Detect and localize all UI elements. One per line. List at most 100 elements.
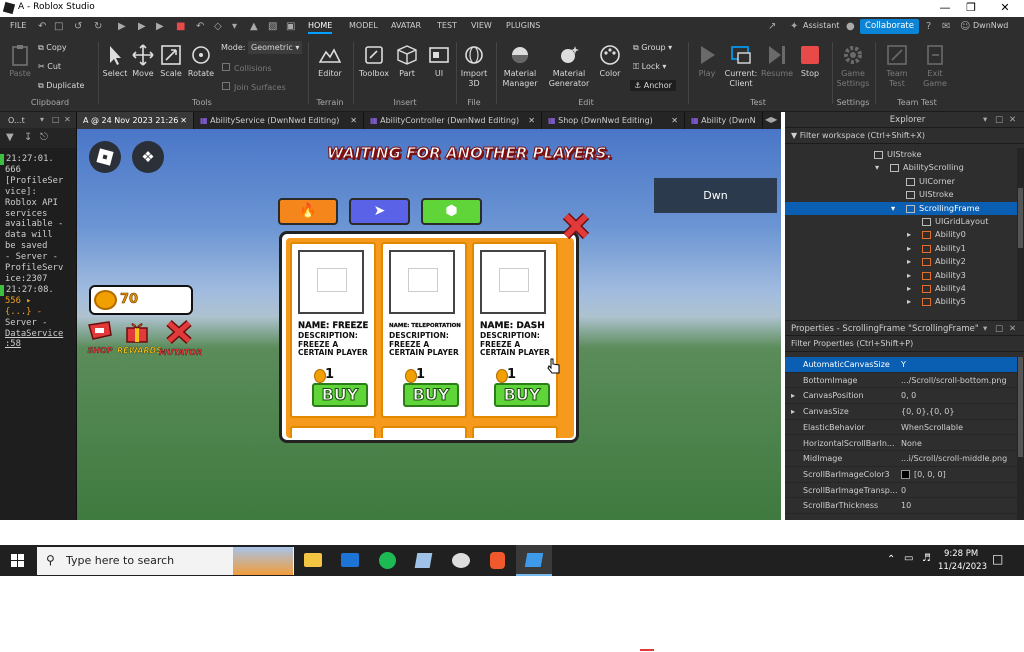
pin-icon[interactable]: ▾	[40, 115, 44, 124]
lock-button[interactable]: ⚿ Lock ▾	[633, 62, 666, 72]
property-value[interactable]: ...i/Scroll/scroll-middle.png	[901, 454, 1007, 463]
terrain-editor-button[interactable]: Editor	[313, 44, 347, 79]
play-here-icon[interactable]: ▶	[138, 21, 146, 32]
clear-output-icon[interactable]: ⎋	[40, 132, 48, 143]
stop-quick-icon[interactable]: ■	[176, 21, 185, 32]
clock-time[interactable]: 9:28 PM	[944, 549, 978, 559]
copy-button[interactable]: ⧉ Copy	[38, 43, 67, 53]
tab-ability-service[interactable]: ▦ AbilityService (DwnNwd Editing) ✕	[194, 112, 364, 129]
share-icon[interactable]: ↗	[768, 21, 776, 32]
volume-icon[interactable]: ♬	[922, 553, 931, 564]
chevron-up-icon[interactable]: ⌃	[887, 554, 895, 565]
category-shield-button[interactable]: ⬢	[421, 198, 482, 225]
windows-start-icon[interactable]	[11, 554, 25, 568]
file-explorer-icon[interactable]	[304, 553, 322, 567]
chevron-down-icon[interactable]: ▾	[983, 112, 987, 128]
roblox-studio-taskbar-button[interactable]	[516, 545, 552, 576]
team-test-button[interactable]: Team Test	[880, 44, 914, 89]
move-button[interactable]: Move	[129, 44, 157, 79]
view-quick-icon[interactable]: ▣	[286, 21, 295, 32]
anchor-button[interactable]: ⚓ Anchor	[630, 80, 676, 91]
assistant-icon[interactable]: ✦	[790, 21, 798, 32]
tab-game-place[interactable]: A @ 24 Nov 2023 21:26 ✕	[77, 112, 194, 129]
color-swatch[interactable]	[901, 469, 910, 479]
back-icon[interactable]: ↶	[196, 21, 204, 32]
expand-arrow-icon[interactable]: ▾	[875, 161, 879, 174]
taskbar-search-box[interactable]: ⚲ Type here to search	[37, 547, 294, 575]
close-output-icon[interactable]: ✕	[64, 115, 71, 124]
property-value[interactable]: .../Scroll/scroll-bottom.png	[901, 376, 1007, 385]
property-row[interactable]: AutomaticCanvasSize Y	[785, 357, 1017, 373]
buy-button[interactable]: BUY	[494, 383, 550, 407]
rotate-button[interactable]: Rotate	[186, 44, 216, 79]
material-generator-button[interactable]: Material Generator	[546, 44, 592, 89]
expand-arrow-icon[interactable]: ▸	[907, 228, 911, 241]
explorer-item[interactable]: ▸ Ability5	[785, 295, 1017, 308]
chevron-down-icon[interactable]: ▾	[983, 321, 987, 337]
explorer-item[interactable]: ▾ AbilityScrolling	[785, 161, 1017, 174]
collaborate-button[interactable]: Collaborate	[860, 19, 919, 34]
join-surfaces-toggle[interactable]: Join Surfaces	[222, 82, 286, 92]
close-properties-icon[interactable]: ✕	[1009, 321, 1016, 337]
color-button[interactable]: Color	[595, 44, 625, 79]
help-icon[interactable]: ?	[926, 21, 931, 32]
spotify-icon[interactable]	[379, 552, 396, 569]
buy-button[interactable]: BUY	[312, 383, 368, 407]
undo-history-icon[interactable]: ↶	[38, 21, 46, 32]
explorer-item[interactable]: UIGridLayout	[785, 215, 1017, 228]
properties-scrollbar[interactable]	[1017, 357, 1024, 520]
tab-test[interactable]: TEST	[437, 21, 457, 30]
close-shop-icon[interactable]	[561, 211, 591, 241]
collisions-checkbox[interactable]	[222, 63, 230, 71]
join-surfaces-checkbox[interactable]	[222, 82, 230, 90]
save-icon[interactable]: □	[54, 21, 63, 32]
play-button[interactable]: Play	[692, 44, 722, 79]
tab-model[interactable]: MODEL	[349, 21, 378, 30]
close-tab-icon[interactable]: ✕	[350, 112, 357, 129]
property-value[interactable]: Y	[901, 360, 906, 369]
explorer-item[interactable]: ▸ Ability4	[785, 282, 1017, 295]
mutator-button[interactable]: MUTATOR	[159, 319, 202, 359]
duplicate-button[interactable]: ⧉ Duplicate	[38, 81, 84, 91]
expand-arrow-icon[interactable]: ▾	[891, 202, 895, 215]
cut-button[interactable]: ✂ Cut	[38, 62, 61, 71]
notifications-icon[interactable]: □	[992, 552, 1003, 566]
maximize-button[interactable]: ❐	[956, 1, 986, 14]
team-quick-icon[interactable]: ▲	[250, 21, 258, 32]
scale-button[interactable]: Scale	[157, 44, 185, 79]
property-row[interactable]: ▸ CanvasSize {0, 0},{0, 0}	[785, 404, 1017, 420]
ui-button[interactable]: UI	[425, 44, 453, 79]
toolbox-button[interactable]: Toolbox	[356, 44, 392, 79]
cube-quick-icon[interactable]: ◇	[214, 21, 222, 32]
close-window-button[interactable]: ✕	[990, 1, 1020, 14]
property-row[interactable]: ScrollBarThickness 10	[785, 498, 1017, 514]
explorer-filter-input[interactable]: ▼ Filter workspace (Ctrl+Shift+X)	[785, 128, 1024, 144]
material-manager-button[interactable]: Material Manager	[499, 44, 541, 89]
user-name[interactable]: DwnNwd	[973, 21, 1008, 30]
messages-icon[interactable]: ✉	[942, 21, 950, 32]
properties-filter-input[interactable]: Filter Properties (Ctrl+Shift+P)	[785, 336, 1024, 352]
buy-button[interactable]: BUY	[403, 383, 459, 407]
property-row[interactable]: MidImage ...i/Scroll/scroll-middle.png	[785, 451, 1017, 467]
notification-icon[interactable]: ●	[846, 21, 855, 32]
play-quick-icon[interactable]: ▶	[118, 21, 126, 32]
close-tab-icon[interactable]: ✕	[180, 112, 187, 129]
arrow-down-icon[interactable]: ↧	[24, 132, 32, 143]
property-row[interactable]: ElasticBehavior WhenScrollable	[785, 420, 1017, 436]
backpack-button[interactable]: ❖	[132, 141, 164, 173]
current-client-button[interactable]: Current: Client	[722, 44, 760, 89]
notepad-icon[interactable]	[414, 553, 433, 568]
property-row[interactable]: ScrollBarImageTransp... 0	[785, 483, 1017, 499]
import-3d-button[interactable]: Import 3D	[458, 44, 490, 89]
explorer-item[interactable]: ▸ Ability0	[785, 228, 1017, 241]
network-icon[interactable]: ▭	[904, 553, 913, 564]
property-value[interactable]: {0, 0},{0, 0}	[901, 407, 954, 416]
explorer-item[interactable]: ▸ Ability2	[785, 255, 1017, 268]
mode-dropdown[interactable]: Geometric ▾	[248, 41, 302, 54]
run-icon[interactable]: ▶	[156, 21, 164, 32]
app-icon[interactable]	[452, 553, 470, 568]
property-row[interactable]: ScrollBarImageColor3 [0, 0, 0]	[785, 467, 1017, 483]
exit-game-button[interactable]: Exit Game	[918, 44, 952, 89]
collisions-toggle[interactable]: Collisions	[222, 63, 272, 73]
menu-file[interactable]: FILE	[10, 21, 26, 30]
